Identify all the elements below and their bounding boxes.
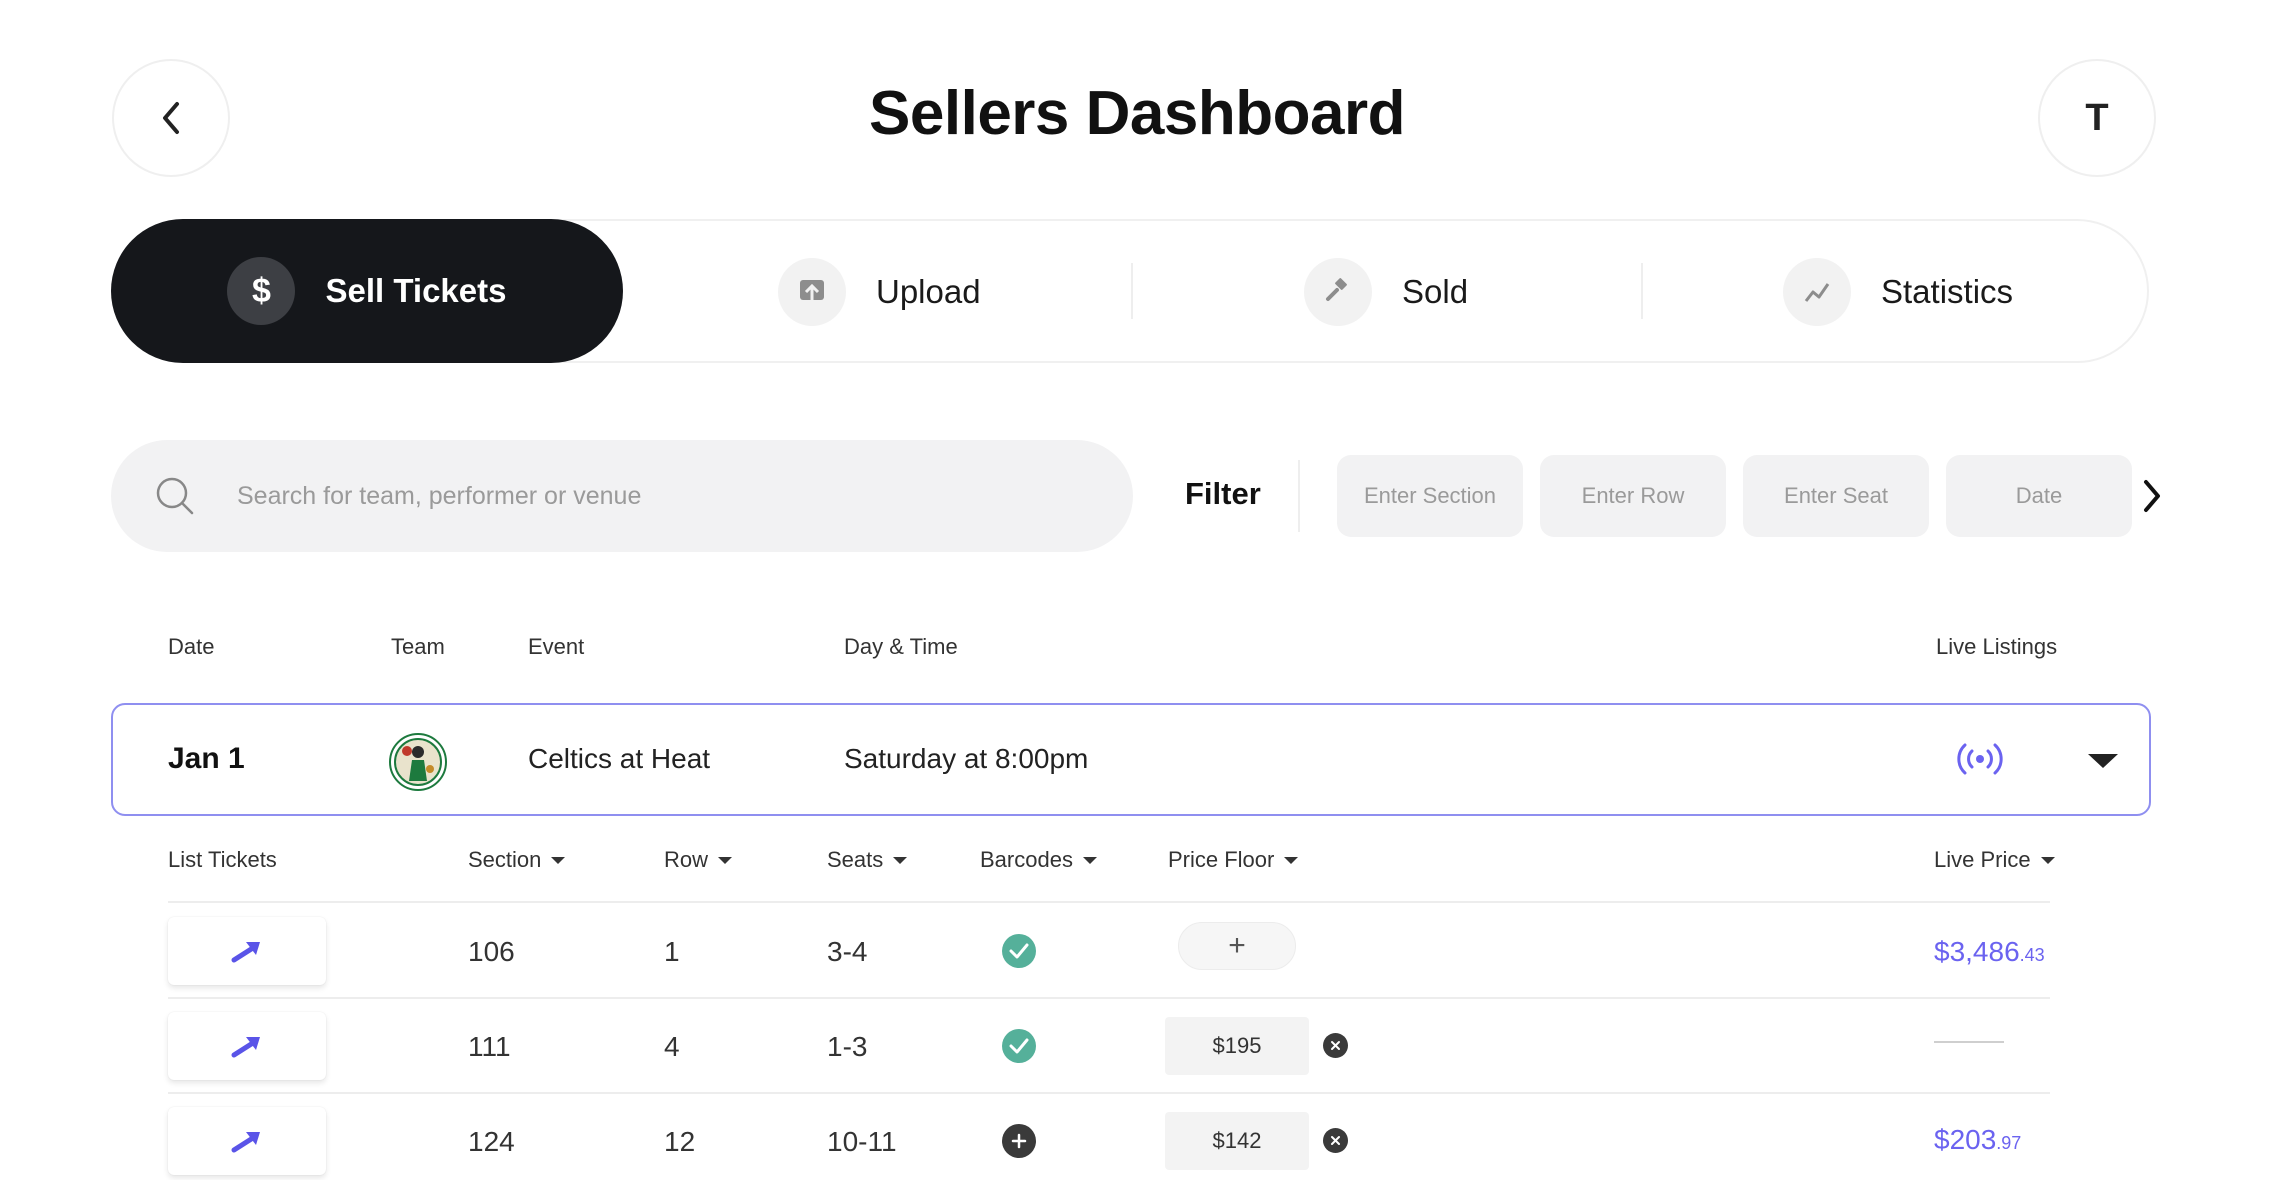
gavel-icon bbox=[1304, 258, 1372, 326]
avatar-letter: T bbox=[2085, 96, 2109, 139]
caret-down-icon bbox=[2088, 754, 2118, 768]
search-bar bbox=[111, 440, 1133, 552]
add-price-floor-button[interactable]: + bbox=[1178, 922, 1296, 970]
close-icon bbox=[1331, 1041, 1340, 1050]
arrow-up-right-icon bbox=[231, 1037, 260, 1058]
caret-down-icon bbox=[2040, 856, 2055, 864]
tab-label: Statistics bbox=[1881, 273, 2014, 310]
label: Section bbox=[468, 847, 542, 872]
event-date: Jan 1 bbox=[168, 742, 245, 775]
header-day-time: Day & Time bbox=[844, 634, 958, 659]
remove-price-floor-button[interactable] bbox=[1323, 1033, 1348, 1058]
label: Row bbox=[664, 847, 709, 872]
header-event: Event bbox=[528, 634, 585, 659]
sort-price-floor[interactable]: Price Floor bbox=[1168, 847, 1299, 873]
tab-label: Sold bbox=[1402, 273, 1469, 310]
tab-sold[interactable]: Sold bbox=[1304, 258, 1468, 326]
row-divider bbox=[168, 1092, 2050, 1094]
no-live-price-dash bbox=[1934, 1041, 2004, 1043]
expand-event-button[interactable] bbox=[2086, 752, 2120, 775]
caret-down-icon bbox=[718, 856, 733, 864]
price-main: $3,486 bbox=[1934, 936, 2020, 967]
tab-divider bbox=[1641, 263, 1643, 319]
chevron-right-icon bbox=[2144, 480, 2160, 512]
cell-row: 4 bbox=[664, 1031, 680, 1062]
list-ticket-button[interactable] bbox=[168, 1107, 326, 1175]
label: Barcodes bbox=[980, 847, 1073, 872]
price-cents: .43 bbox=[2019, 945, 2045, 965]
label: Live Price bbox=[1934, 847, 2031, 872]
filter-divider bbox=[1298, 460, 1300, 532]
seat-filter-input[interactable] bbox=[1743, 455, 1929, 537]
list-ticket-button[interactable] bbox=[168, 1012, 326, 1080]
cell-live-price: $203.97 bbox=[1934, 1124, 2021, 1156]
row-filter-input[interactable] bbox=[1540, 455, 1726, 537]
tab-label: Sell Tickets bbox=[325, 272, 507, 309]
caret-down-icon bbox=[551, 856, 566, 864]
profile-avatar-button[interactable]: T bbox=[2038, 59, 2156, 177]
tab-statistics[interactable]: Statistics bbox=[1783, 258, 2013, 326]
list-ticket-button[interactable] bbox=[168, 917, 326, 985]
tab-label: Upload bbox=[876, 273, 981, 310]
subheader-list-tickets: List Tickets bbox=[168, 847, 277, 873]
price-floor-value[interactable]: $142 bbox=[1165, 1112, 1309, 1170]
upload-icon bbox=[778, 258, 846, 326]
broadcast-icon[interactable] bbox=[1955, 738, 2005, 785]
plus-icon bbox=[1011, 1133, 1027, 1149]
page-title: Sellers Dashboard bbox=[869, 79, 1405, 148]
caret-down-icon bbox=[893, 856, 908, 864]
search-input[interactable] bbox=[235, 480, 1059, 512]
cell-seats: 3-4 bbox=[827, 936, 868, 967]
cell-row: 1 bbox=[664, 936, 680, 967]
cell-seats: 1-3 bbox=[827, 1031, 868, 1062]
price-main: $203 bbox=[1934, 1124, 1997, 1155]
celtics-logo-icon bbox=[389, 733, 447, 796]
check-icon bbox=[1002, 934, 1036, 968]
section-filter-input[interactable] bbox=[1337, 455, 1523, 537]
label: Price Floor bbox=[1168, 847, 1275, 872]
dollar-icon: $ bbox=[227, 257, 296, 325]
sort-live-price[interactable]: Live Price bbox=[1934, 847, 2055, 873]
row-divider bbox=[168, 997, 2050, 999]
cell-seats: 10-11 bbox=[827, 1126, 897, 1157]
filter-label: Filter bbox=[1185, 476, 1261, 511]
check-icon bbox=[1002, 1029, 1036, 1063]
tab-sell-tickets[interactable]: $ Sell Tickets bbox=[111, 219, 623, 363]
cell-section: 111 bbox=[468, 1031, 511, 1062]
arrow-up-right-icon bbox=[231, 1132, 260, 1153]
sort-row[interactable]: Row bbox=[664, 847, 733, 873]
search-icon bbox=[156, 477, 194, 515]
caret-down-icon bbox=[1082, 856, 1097, 864]
header-live-listings: Live Listings bbox=[1936, 634, 2058, 659]
filter-scroll-right-button[interactable] bbox=[2140, 474, 2164, 523]
label: List Tickets bbox=[168, 847, 277, 872]
price-floor-value[interactable]: $195 bbox=[1165, 1017, 1309, 1075]
caret-down-icon bbox=[1284, 856, 1299, 864]
cell-row: 12 bbox=[664, 1126, 696, 1157]
header-team: Team bbox=[391, 634, 445, 659]
date-filter-input[interactable] bbox=[1946, 455, 2132, 537]
remove-price-floor-button[interactable] bbox=[1323, 1128, 1348, 1153]
cell-section: 106 bbox=[468, 936, 515, 967]
sort-section[interactable]: Section bbox=[468, 847, 566, 873]
row-divider bbox=[168, 901, 2050, 903]
label: Seats bbox=[827, 847, 884, 872]
price-cents: .97 bbox=[1996, 1133, 2022, 1153]
chart-line-icon bbox=[1783, 258, 1851, 326]
sort-seats[interactable]: Seats bbox=[827, 847, 908, 873]
cell-section: 124 bbox=[468, 1126, 515, 1157]
tab-upload[interactable]: Upload bbox=[778, 258, 981, 326]
arrow-up-right-icon bbox=[231, 942, 260, 963]
tab-divider bbox=[1131, 263, 1133, 319]
plus-icon: + bbox=[1228, 929, 1246, 962]
event-day-time: Saturday at 8:00pm bbox=[844, 743, 1089, 774]
add-barcode-button[interactable] bbox=[1002, 1124, 1036, 1158]
header-date: Date bbox=[168, 634, 215, 659]
close-icon bbox=[1331, 1136, 1340, 1145]
sort-barcodes[interactable]: Barcodes bbox=[980, 847, 1097, 873]
event-name: Celtics at Heat bbox=[528, 743, 711, 774]
cell-live-price: $3,486.43 bbox=[1934, 936, 2045, 968]
